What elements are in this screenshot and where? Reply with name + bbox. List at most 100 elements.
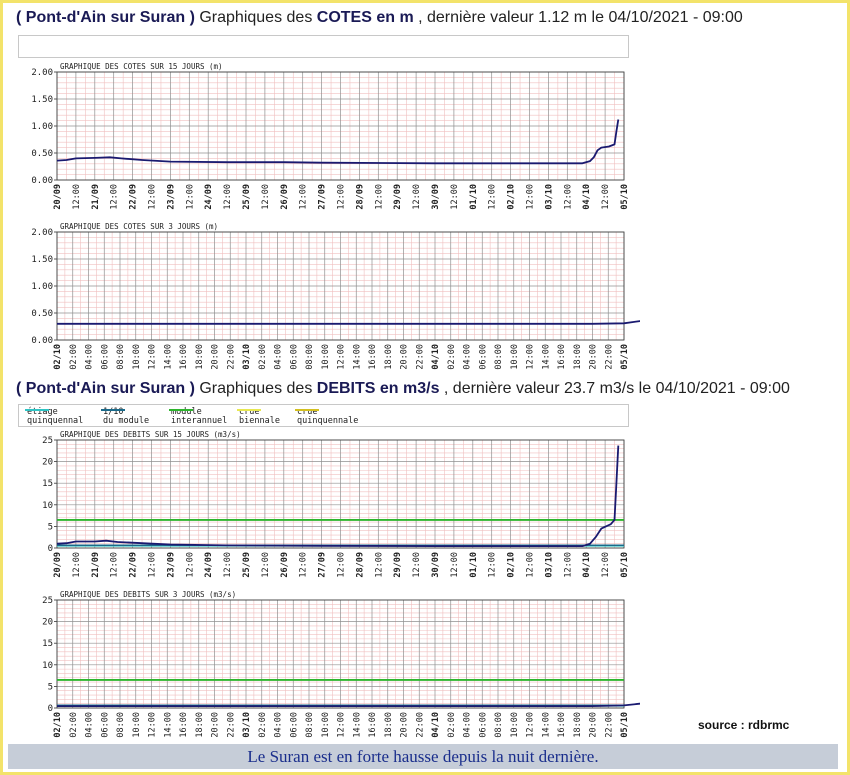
x-tick-label: 06:00 [289, 712, 299, 738]
x-tick-label: 18:00 [384, 712, 394, 738]
x-tick-label: 02:00 [447, 344, 457, 370]
legend-swatch [101, 409, 125, 411]
cotes-3-jours-chart: 0.00 0.50 1.00 1.50 2.00 02/10 02:00 04:00 06:00… [31, 222, 640, 370]
x-tick-label: 02/10 [53, 712, 63, 738]
x-tick-label: 12:00 [526, 344, 536, 370]
x-tick-label: 03/10 [242, 712, 252, 738]
x-tick-label: 12:00 [185, 184, 195, 210]
x-tick-label: 12:00 [526, 552, 536, 578]
x-tick-label: 02/10 [507, 552, 517, 578]
cotes-header: ( Pont-d'Ain sur Suran ) Graphiques des … [16, 9, 743, 27]
y-tick-label: 15 [42, 639, 53, 649]
x-tick-label: 12:00 [601, 552, 611, 578]
x-tick-label: 12:00 [148, 344, 158, 370]
x-tick-label: 12:00 [412, 184, 422, 210]
x-tick-label: 05/10 [620, 184, 630, 210]
x-tick-label: 22/09 [129, 552, 139, 578]
x-tick-label: 08:00 [305, 712, 315, 738]
x-tick-label: 04:00 [274, 344, 284, 370]
x-tick-label: 16:00 [557, 344, 567, 370]
legend-item-crue-biennale: crue biennale [237, 408, 280, 426]
y-tick-label: 25 [42, 436, 53, 446]
x-tick-label: 02:00 [447, 712, 457, 738]
x-tick-label: 12:00 [223, 552, 233, 578]
x-tick-label: 06:00 [100, 712, 110, 738]
x-tick-label: 08:00 [494, 344, 504, 370]
x-tick-label: 05/10 [620, 552, 630, 578]
x-tick-label: 02/10 [507, 184, 517, 210]
x-tick-label: 12:00 [563, 552, 573, 578]
x-tick-label: 05/10 [620, 344, 630, 370]
x-tick-label: 12:00 [148, 712, 158, 738]
x-tick-label: 25/09 [242, 184, 252, 210]
x-tick-label: 26/09 [280, 552, 290, 578]
x-tick-label: 12:00 [488, 184, 498, 210]
x-tick-label: 03/10 [544, 184, 554, 210]
x-tick-label: 22:00 [604, 344, 614, 370]
x-tick-label: 18:00 [384, 344, 394, 370]
legend-item-module: module interannuel [169, 408, 227, 426]
x-tick-label: 12:00 [337, 552, 347, 578]
x-tick-label: 10:00 [321, 344, 331, 370]
x-tick-label: 08:00 [116, 344, 126, 370]
x-tick-label: 20:00 [211, 712, 221, 738]
x-tick-label: 12:00 [374, 552, 384, 578]
x-tick-label: 12:00 [337, 184, 347, 210]
x-tick-label: 12:00 [148, 552, 158, 578]
x-tick-label: 12:00 [374, 184, 384, 210]
x-tick-label: 04:00 [85, 712, 95, 738]
x-tick-label: 12:00 [450, 184, 460, 210]
chart-title: GRAPHIQUE DES COTES SUR 15 JOURS (m) [60, 62, 223, 71]
x-tick-label: 14:00 [541, 712, 551, 738]
x-tick-label: 23/09 [166, 184, 176, 210]
x-tick-label: 04:00 [85, 344, 95, 370]
x-tick-label: 23/09 [166, 552, 176, 578]
legend-swatch [295, 409, 319, 411]
x-tick-label: 02:00 [258, 344, 268, 370]
x-tick-label: 22:00 [415, 344, 425, 370]
x-tick-label: 14:00 [352, 344, 362, 370]
x-tick-label: 12:00 [148, 184, 158, 210]
x-tick-label: 22:00 [415, 712, 425, 738]
x-tick-label: 16:00 [179, 712, 189, 738]
x-tick-label: 10:00 [510, 712, 520, 738]
x-tick-label: 30/09 [431, 552, 441, 578]
y-tick-label: 1.50 [31, 255, 53, 265]
x-tick-label: 12:00 [110, 184, 120, 210]
header-prefix: Graphiques des [194, 9, 317, 26]
y-tick-label: 0.00 [31, 176, 53, 186]
y-tick-label: 0.50 [31, 309, 53, 319]
y-tick-label: 5 [48, 682, 53, 692]
debits-15-jours-chart: 051015202520/09 12:00 21/09 12:00 22/09 12:00… [42, 430, 630, 578]
chart-title: GRAPHIQUE DES DEBITS SUR 15 JOURS (m3/s) [60, 430, 241, 439]
x-tick-label: 12:00 [299, 184, 309, 210]
x-tick-label: 12:00 [72, 552, 82, 578]
x-tick-label: 12:00 [223, 184, 233, 210]
x-tick-label: 16:00 [179, 344, 189, 370]
x-tick-label: 18:00 [573, 344, 583, 370]
x-tick-label: 14:00 [352, 712, 362, 738]
legend-swatch [25, 409, 49, 411]
x-tick-label: 16:00 [368, 344, 378, 370]
x-tick-label: 01/10 [469, 552, 479, 578]
x-tick-label: 26/09 [280, 184, 290, 210]
x-tick-label: 22:00 [226, 712, 236, 738]
x-tick-label: 12:00 [261, 184, 271, 210]
station-name: ( Pont-d'Ain sur Suran ) [16, 380, 195, 397]
x-tick-label: 10:00 [132, 344, 142, 370]
x-tick-label: 08:00 [305, 344, 315, 370]
x-tick-label: 04:00 [274, 712, 284, 738]
cotes-15-jours-chart: 0.00 0.50 1.00 1.50 2.00 20/09 12:00 21/09 12:00… [31, 62, 630, 210]
legend-item-dixieme-module: 1/10 du module [101, 408, 149, 426]
x-tick-label: 04:00 [463, 344, 473, 370]
x-tick-label: 04:00 [463, 712, 473, 738]
x-tick-label: 12:00 [337, 344, 347, 370]
x-tick-label: 29/09 [393, 552, 403, 578]
x-tick-label: 27/09 [318, 184, 328, 210]
caption-banner: Le Suran est en forte hausse depuis la n… [8, 744, 838, 769]
header-last-value: , dernière valeur 23.7 m3/s le 04/10/202… [439, 380, 790, 397]
x-tick-label: 20/09 [53, 552, 63, 578]
x-tick-label: 27/09 [318, 552, 328, 578]
chart-title: GRAPHIQUE DES COTES SUR 3 JOURS (m) [60, 222, 218, 231]
x-tick-label: 29/09 [393, 184, 403, 210]
